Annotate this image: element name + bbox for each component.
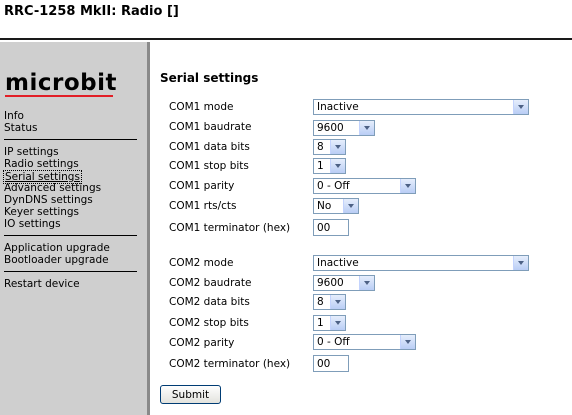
com2-stop-bits-select[interactable]: 1 [313, 315, 346, 331]
com1-data-bits-value: 8 [317, 141, 324, 153]
com1-stop-bits-select[interactable]: 1 [313, 158, 346, 174]
sidebar: microbit Info Status IP settings Radio s… [0, 42, 150, 415]
sidebar-item-info[interactable]: Info [4, 110, 24, 122]
sidebar-divider [4, 139, 137, 140]
com1-mode-label: COM1 mode [169, 101, 234, 113]
com2-baudrate-value: 9600 [317, 277, 344, 289]
sidebar-item-ip-settings[interactable]: IP settings [4, 146, 59, 158]
com2-parity-select[interactable]: 0 - Off [313, 334, 416, 350]
com1-baudrate-select[interactable]: 9600 [313, 120, 375, 136]
section-heading: Serial settings [160, 71, 259, 85]
com1-rts-cts-label: COM1 rts/cts [169, 200, 237, 212]
com2-stop-bits-value: 1 [317, 317, 324, 329]
sidebar-item-status[interactable]: Status [4, 122, 37, 134]
com2-data-bits-label: COM2 data bits [169, 296, 250, 308]
chevron-down-icon [330, 140, 345, 154]
title-bar: RRC-1258 MkII: Radio [] [0, 0, 572, 40]
chevron-down-icon [330, 159, 345, 173]
page-title: RRC-1258 MkII: Radio [] [4, 4, 179, 19]
com1-rts-cts-select[interactable]: No [313, 198, 359, 214]
microbit-logo: microbit [5, 70, 117, 96]
com2-terminator-input[interactable] [313, 355, 349, 372]
com2-parity-label: COM2 parity [169, 337, 235, 349]
chevron-down-icon [513, 256, 528, 270]
com1-stop-bits-value: 1 [317, 160, 324, 172]
com2-mode-label: COM2 mode [169, 257, 234, 269]
com1-parity-label: COM1 parity [169, 180, 235, 192]
main-content: Serial settings COM1 mode Inactive COM1 … [153, 42, 572, 415]
com1-mode-select[interactable]: Inactive [313, 99, 529, 115]
com1-baudrate-label: COM1 baudrate [169, 121, 252, 133]
com1-parity-select[interactable]: 0 - Off [313, 178, 416, 194]
chevron-down-icon [330, 295, 345, 309]
com2-baudrate-label: COM2 baudrate [169, 277, 252, 289]
com1-stop-bits-label: COM1 stop bits [169, 160, 249, 172]
sidebar-item-keyer-settings[interactable]: Keyer settings [4, 206, 79, 218]
sidebar-item-radio-settings[interactable]: Radio settings [4, 158, 79, 170]
com1-terminator-input[interactable] [313, 219, 349, 236]
com1-parity-value: 0 - Off [317, 180, 350, 192]
logo-underline [5, 95, 113, 97]
sidebar-item-restart-device[interactable]: Restart device [4, 278, 80, 290]
chevron-down-icon [400, 335, 415, 349]
com1-terminator-label: COM1 terminator (hex) [169, 222, 291, 234]
sidebar-item-dyndns-settings[interactable]: DynDNS settings [4, 194, 93, 206]
chevron-down-icon [343, 199, 358, 213]
sidebar-divider [4, 235, 137, 236]
com2-mode-select[interactable]: Inactive [313, 255, 529, 271]
chevron-down-icon [330, 316, 345, 330]
com2-baudrate-select[interactable]: 9600 [313, 275, 375, 291]
com1-rts-cts-value: No [317, 200, 332, 212]
com2-terminator-label: COM2 terminator (hex) [169, 358, 291, 370]
chevron-down-icon [400, 179, 415, 193]
submit-button[interactable]: Submit [160, 385, 221, 404]
com2-data-bits-value: 8 [317, 296, 324, 308]
com1-data-bits-select[interactable]: 8 [313, 139, 346, 155]
sidebar-item-advanced-settings[interactable]: Advanced settings [4, 182, 101, 194]
sidebar-divider [4, 271, 137, 272]
com2-mode-value: Inactive [317, 257, 359, 269]
sidebar-item-io-settings[interactable]: IO settings [4, 218, 61, 230]
com2-stop-bits-label: COM2 stop bits [169, 317, 249, 329]
chevron-down-icon [359, 121, 374, 135]
chevron-down-icon [359, 276, 374, 290]
com1-data-bits-label: COM1 data bits [169, 141, 250, 153]
com2-data-bits-select[interactable]: 8 [313, 294, 346, 310]
com1-mode-value: Inactive [317, 101, 359, 113]
com1-baudrate-value: 9600 [317, 122, 344, 134]
sidebar-item-bootloader-upgrade[interactable]: Bootloader upgrade [4, 254, 109, 266]
com2-parity-value: 0 - Off [317, 336, 350, 348]
sidebar-item-application-upgrade[interactable]: Application upgrade [4, 242, 110, 254]
chevron-down-icon [513, 100, 528, 114]
